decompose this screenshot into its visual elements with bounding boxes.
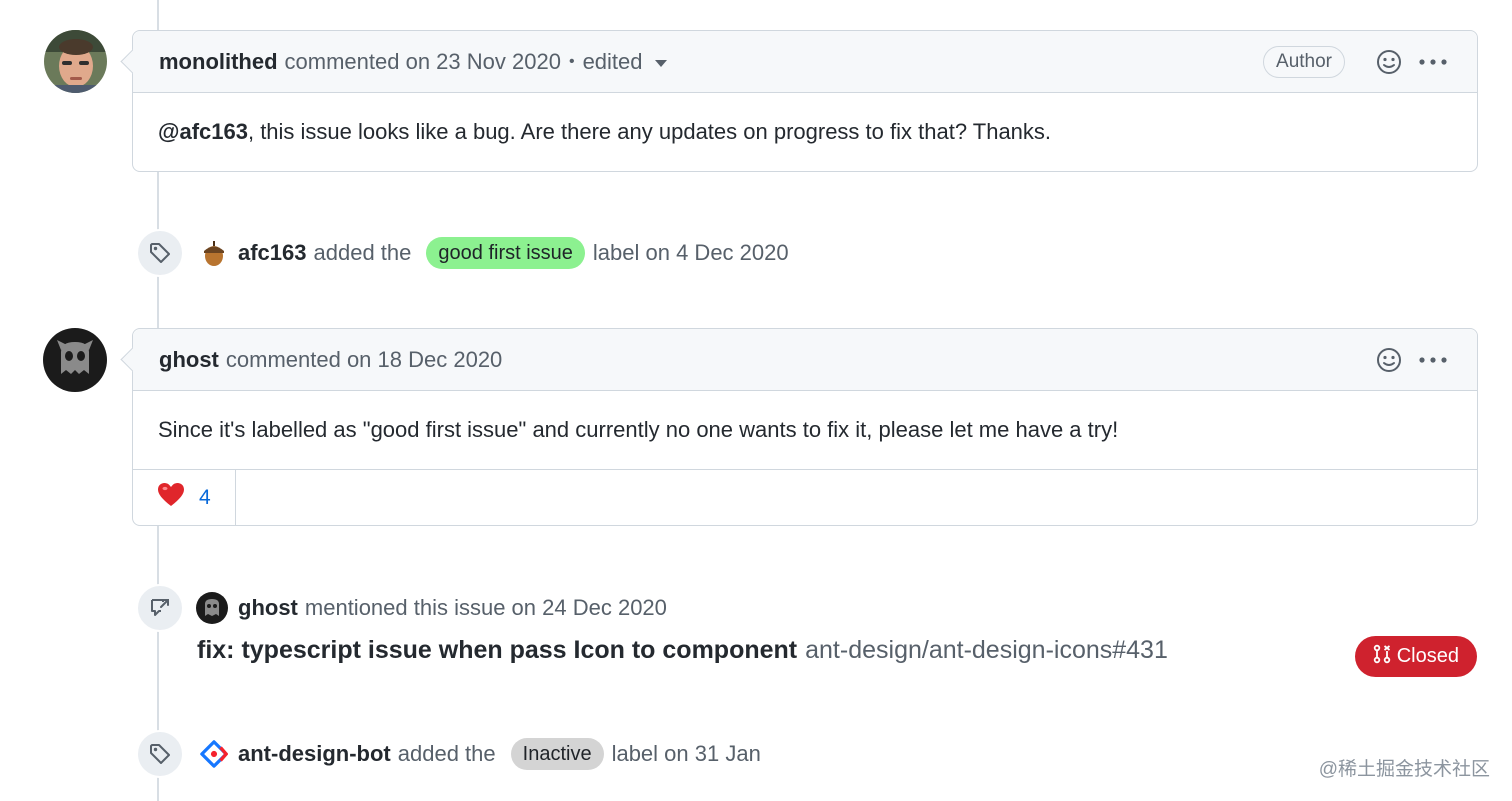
- closed-pr-icon: [1373, 644, 1391, 670]
- comment-timestamp[interactable]: commented on 18 Dec 2020: [226, 347, 502, 373]
- smiley-icon[interactable]: [1371, 342, 1407, 378]
- edited-dropdown[interactable]: edited: [583, 49, 643, 75]
- label-inactive[interactable]: Inactive: [510, 738, 604, 770]
- ref-title-link[interactable]: fix: typescript issue when pass Icon to …: [197, 636, 797, 665]
- user-mention[interactable]: @afc163: [158, 119, 248, 144]
- event-action: added the: [397, 741, 496, 766]
- cross-reference: fix: typescript issue when pass Icon to …: [197, 636, 1477, 677]
- event-actor[interactable]: ghost: [238, 595, 298, 621]
- tag-icon: [136, 730, 184, 778]
- chevron-down-icon[interactable]: [654, 60, 667, 67]
- comment-ghost: ghost commented on 18 Dec 2020 Since it'…: [132, 328, 1478, 526]
- event-action[interactable]: mentioned this issue on 24 Dec 2020: [305, 595, 667, 621]
- smiley-icon[interactable]: [1371, 44, 1407, 80]
- event-suffix[interactable]: label on 31 Jan: [612, 741, 761, 767]
- reaction-count: 4: [199, 485, 211, 509]
- event-action: added the: [313, 240, 412, 265]
- event-actor[interactable]: afc163: [238, 240, 307, 266]
- event-actor[interactable]: ant-design-bot: [238, 741, 391, 767]
- cross-reference-icon: [136, 584, 184, 632]
- comment-text: , this issue looks like a bug. Are there…: [247, 119, 1052, 144]
- label-good-first-issue[interactable]: good first issue: [426, 237, 585, 269]
- tag-icon: [136, 229, 184, 277]
- ghost-small-avatar[interactable]: [196, 592, 228, 624]
- comment-author[interactable]: ghost: [159, 347, 219, 373]
- heart-icon: [157, 482, 185, 513]
- comment-header: monolithed commented on 23 Nov 2020 • ed…: [133, 31, 1477, 93]
- comment-header: ghost commented on 18 Dec 2020: [133, 329, 1477, 391]
- kebab-menu-icon[interactable]: [1415, 44, 1451, 80]
- kebab-menu-icon[interactable]: [1415, 342, 1451, 378]
- status-text: Closed: [1396, 645, 1459, 667]
- ref-repo-link[interactable]: ant-design/ant-design-icons#431: [805, 636, 1168, 665]
- acorn-avatar[interactable]: [200, 239, 228, 267]
- avatar-monolithed[interactable]: [44, 30, 107, 93]
- mention-event: ghost mentioned this issue on 24 Dec 202…: [136, 584, 667, 632]
- heart-reaction[interactable]: 4: [133, 470, 236, 525]
- label-event: ant-design-bot added the Inactive label …: [136, 730, 761, 778]
- avatar-ghost[interactable]: [43, 328, 107, 392]
- comment-timestamp[interactable]: commented on 23 Nov 2020: [285, 49, 561, 75]
- comment-author[interactable]: monolithed: [159, 49, 278, 75]
- author-badge: Author: [1263, 45, 1345, 78]
- watermark: @稀土掘金技术社区: [1318, 759, 1490, 780]
- comment-body: Since it's labelled as "good first issue…: [158, 417, 1119, 442]
- comment-monolithed: monolithed commented on 23 Nov 2020 • ed…: [132, 30, 1478, 172]
- separator-dot: •: [568, 52, 575, 70]
- comment-body: @afc163, this issue looks like a bug. Ar…: [133, 93, 1477, 171]
- ant-design-logo-icon[interactable]: [200, 740, 228, 768]
- label-event: afc163 added the good first issue label …: [136, 229, 789, 277]
- event-suffix[interactable]: label on 4 Dec 2020: [593, 240, 789, 266]
- reactions-bar: 4: [133, 469, 1477, 525]
- status-badge: Closed: [1354, 636, 1477, 677]
